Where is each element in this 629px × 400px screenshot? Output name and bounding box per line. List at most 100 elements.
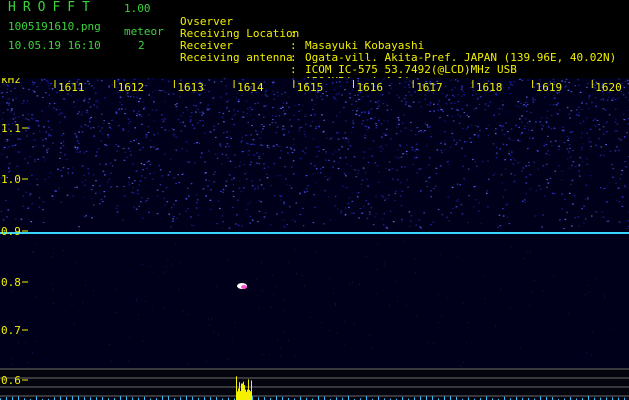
noise-dot: [341, 146, 343, 148]
noise-dot: [533, 161, 535, 163]
x-tick-label: 1619: [536, 81, 563, 94]
noise-dot: [315, 126, 318, 128]
noise-dot: [256, 133, 259, 136]
noise-dot: [448, 164, 450, 166]
noise-dot: [621, 205, 624, 207]
x-tick-label: 1617: [416, 81, 443, 94]
noise-dot: [376, 108, 378, 110]
noise-dot: [414, 150, 416, 152]
noise-dot: [228, 110, 230, 112]
noise-dot: [485, 127, 488, 130]
noise-dot: [293, 105, 296, 107]
noise-dot: [298, 104, 300, 106]
noise-dot: [519, 78, 521, 80]
noise-dot: [388, 84, 391, 87]
noise-dot: [510, 128, 513, 130]
noise-dot: [196, 202, 198, 204]
noise-dot: [419, 226, 421, 228]
noise-dot: [231, 118, 234, 120]
noise-dot: [310, 114, 312, 116]
noise-dot: [36, 86, 38, 88]
noise-dot: [53, 102, 56, 104]
noise-dot: [175, 182, 177, 185]
noise-dot: [45, 138, 47, 140]
noise-dot: [28, 88, 30, 91]
noise-dot: [33, 139, 35, 141]
noise-dot: [367, 185, 369, 187]
noise-dot: [99, 163, 101, 165]
noise-dot: [111, 84, 114, 86]
noise-dot: [464, 155, 466, 157]
noise-dot: [22, 334, 24, 336]
noise-dot: [467, 126, 469, 128]
noise-dot: [207, 109, 209, 111]
noise-dot: [429, 176, 432, 178]
noise-dot: [275, 115, 277, 117]
noise-dot: [405, 150, 408, 152]
noise-dot: [67, 168, 70, 170]
noise-dot: [300, 157, 302, 160]
noise-dot: [460, 204, 463, 206]
noise-dot: [6, 140, 8, 142]
noise-dot: [140, 201, 142, 203]
noise-dot: [457, 113, 459, 115]
noise-dot: [578, 114, 580, 117]
noise-dot: [596, 119, 599, 122]
noise-dot: [265, 89, 268, 91]
noise-dot: [375, 101, 377, 103]
noise-dot: [558, 148, 560, 151]
noise-dot: [85, 284, 87, 286]
noise-dot: [144, 85, 147, 87]
noise-dot: [334, 205, 336, 207]
noise-dot: [397, 179, 399, 181]
noise-dot: [594, 118, 596, 120]
noise-dot: [547, 150, 550, 152]
noise-dot: [147, 78, 150, 80]
noise-dot: [510, 83, 512, 86]
noise-dot: [191, 124, 194, 126]
noise-dot: [283, 226, 286, 228]
noise-dot: [335, 98, 338, 101]
noise-dot: [163, 307, 165, 308]
noise-dot: [290, 187, 293, 189]
noise-dot: [457, 255, 459, 257]
noise-dot: [232, 206, 234, 208]
noise-dot: [250, 134, 252, 136]
noise-dot: [137, 189, 139, 191]
noise-dot: [145, 134, 148, 136]
noise-dot: [495, 128, 497, 130]
noise-dot: [588, 97, 590, 99]
noise-dot: [487, 105, 490, 107]
noise-dot: [2, 112, 5, 114]
noise-dot: [296, 273, 298, 275]
noise-dot: [287, 262, 289, 264]
noise-dot: [529, 188, 532, 190]
noise-dot: [588, 95, 590, 97]
baseline-blip: [366, 396, 367, 400]
noise-dot: [77, 113, 79, 115]
noise-dot: [258, 155, 260, 158]
noise-dot: [135, 96, 138, 98]
noise-dot: [164, 100, 166, 102]
noise-dot: [602, 98, 604, 100]
noise-dot: [260, 131, 263, 133]
noise-dot: [405, 95, 407, 97]
noise-dot: [468, 116, 470, 118]
noise-dot: [617, 97, 620, 99]
noise-dot: [325, 151, 327, 153]
noise-dot: [502, 125, 504, 127]
noise-dot: [250, 161, 253, 163]
noise-dot: [402, 114, 405, 116]
noise-dot: [32, 146, 34, 148]
lower-band: [0, 368, 629, 400]
noise-dot: [26, 100, 29, 102]
noise-dot: [622, 113, 625, 115]
noise-dot: [460, 365, 462, 367]
noise-dot: [404, 127, 407, 129]
noise-dot: [401, 218, 403, 220]
noise-dot: [288, 106, 290, 108]
noise-dot: [204, 92, 206, 94]
noise-dot: [152, 146, 155, 148]
noise-dot: [378, 181, 380, 183]
noise-dot: [426, 124, 429, 126]
